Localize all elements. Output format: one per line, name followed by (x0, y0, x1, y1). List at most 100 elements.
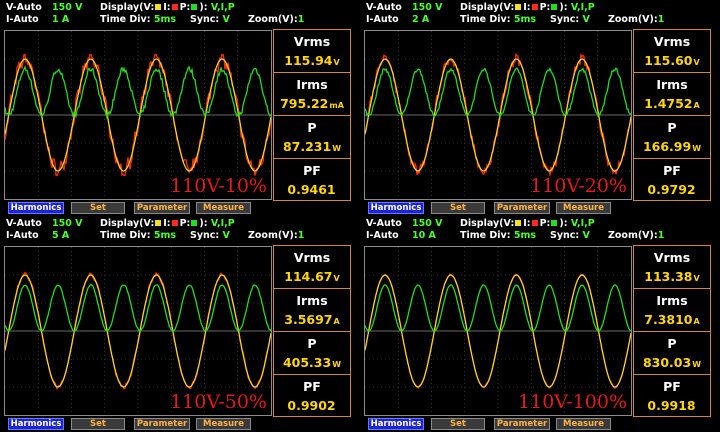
display-mode-label[interactable]: Display(V: I: P:): V,I,P (460, 2, 595, 14)
sync-setting[interactable]: Sync: V (550, 230, 590, 242)
i-range-value[interactable]: 1 A (52, 14, 69, 26)
voltage-color-swatch (155, 4, 162, 10)
power-key-label: P: (179, 2, 191, 13)
measure-button[interactable]: Measure (556, 202, 611, 214)
waveform-display: 110V-20% (364, 30, 632, 200)
measure-button[interactable]: Measure (196, 418, 251, 430)
display-mode-label[interactable]: Display(V: I: P:): V,I,P (460, 218, 595, 230)
waveform-display: 110V-50% (4, 246, 272, 416)
measurement-value: 113.38V (634, 269, 710, 284)
measurement-unit: A (693, 101, 700, 110)
time-div-label: Time Div: (460, 230, 511, 241)
v-auto-label[interactable]: V-Auto (366, 218, 402, 230)
v-range-value[interactable]: 150 V (412, 218, 443, 230)
parameter-button[interactable]: Parameter (494, 418, 550, 430)
display-mode-label[interactable]: Display(V: I: P:): V,I,P (100, 218, 235, 230)
display-mode-value: V,I,P (210, 218, 235, 229)
current-key-label: I: (523, 2, 531, 13)
i-auto-label[interactable]: I-Auto (366, 14, 399, 26)
harmonics-button[interactable]: Harmonics (8, 418, 64, 430)
measurement-panel: Vrms 115.94V Irms 795.22mA P 87.231W PF 0.9461 (273, 29, 351, 201)
parameter-button[interactable]: Parameter (494, 202, 550, 214)
measurement-number: 0.9792 (647, 182, 696, 197)
display-mode-value: V,I,P (570, 218, 595, 229)
measurement-number: 7.3810 (644, 312, 693, 327)
i-range-value[interactable]: 5 A (52, 230, 69, 242)
harmonics-button[interactable]: Harmonics (368, 202, 424, 214)
measurement-value: 114.67V (274, 269, 350, 284)
voltage-key-label: V: (143, 2, 155, 13)
zoom-setting[interactable]: Zoom(V):1 (248, 14, 304, 26)
measurement-label: Vrms (653, 250, 691, 265)
measurement-panel: Vrms 114.67V Irms 3.5697A P 405.33W PF 0.9902 (273, 245, 351, 417)
v-range-value[interactable]: 150 V (412, 2, 443, 14)
zoom-value: 1 (297, 14, 305, 25)
scope-panel-1: V-Auto 150 V Display(V: I: P:): V,I,P I-Auto 1… (0, 0, 360, 216)
time-div-setting[interactable]: Time Div: 5ms (460, 230, 536, 242)
current-key-label: I: (523, 218, 531, 229)
measurement-vrms: Vrms 115.94V (274, 30, 350, 73)
i-auto-label[interactable]: I-Auto (6, 230, 39, 242)
v-auto-label[interactable]: V-Auto (6, 2, 42, 14)
time-div-setting[interactable]: Time Div: 5ms (100, 14, 176, 26)
i-auto-label[interactable]: I-Auto (366, 230, 399, 242)
measurement-p: P 166.99W (634, 116, 710, 159)
power-key-label: P: (179, 218, 191, 229)
zoom-label: Zoom(V): (248, 14, 298, 25)
zoom-value: 1 (657, 14, 665, 25)
parameter-button[interactable]: Parameter (134, 418, 190, 430)
measurement-pf: PF 0.9792 (634, 159, 710, 202)
zoom-setting[interactable]: Zoom(V):1 (608, 14, 664, 26)
measurement-number: 405.33 (282, 355, 332, 370)
display-label: Display( (100, 218, 144, 229)
zoom-setting[interactable]: Zoom(V):1 (248, 230, 304, 242)
set-button[interactable]: Set (71, 418, 125, 430)
sync-setting[interactable]: Sync: V (190, 14, 230, 26)
measure-button[interactable]: Measure (196, 202, 251, 214)
zoom-setting[interactable]: Zoom(V):1 (608, 230, 664, 242)
time-div-value: 5ms (153, 14, 177, 25)
sync-label: Sync: (190, 230, 220, 241)
display-mode-label[interactable]: Display(V: I: P:): V,I,P (100, 2, 235, 14)
current-color-swatch (171, 4, 178, 10)
i-auto-label[interactable]: I-Auto (6, 14, 39, 26)
display-close: ): (199, 2, 208, 13)
v-auto-label[interactable]: V-Auto (6, 218, 42, 230)
measure-button[interactable]: Measure (556, 418, 611, 430)
i-range-value[interactable]: 10 A (412, 230, 436, 242)
set-button[interactable]: Set (431, 418, 485, 430)
measurement-pf: PF 0.9461 (274, 159, 350, 202)
waveform-plot (365, 247, 631, 415)
power-color-swatch (191, 220, 198, 226)
measurement-number: 113.38 (644, 269, 693, 284)
measurement-irms: Irms 795.22mA (274, 73, 350, 116)
sync-label: Sync: (550, 14, 580, 25)
sync-value: V (222, 230, 230, 241)
set-button[interactable]: Set (71, 202, 125, 214)
measurement-unit: A (693, 317, 700, 326)
sync-setting[interactable]: Sync: V (190, 230, 230, 242)
measurement-unit: W (332, 144, 342, 153)
harmonics-button[interactable]: Harmonics (368, 418, 424, 430)
scope-panel-3: V-Auto 150 V Display(V: I: P:): V,I,P I-Auto 5… (0, 216, 360, 432)
sync-setting[interactable]: Sync: V (550, 14, 590, 26)
measurement-number: 0.9918 (647, 398, 696, 413)
measurement-number: 166.99 (642, 139, 692, 154)
v-auto-label[interactable]: V-Auto (366, 2, 402, 14)
zoom-label: Zoom(V): (608, 230, 658, 241)
v-range-value[interactable]: 150 V (52, 2, 83, 14)
parameter-button[interactable]: Parameter (134, 202, 190, 214)
i-range-value[interactable]: 2 A (412, 14, 429, 26)
zoom-label: Zoom(V): (248, 230, 298, 241)
voltage-color-swatch (155, 220, 162, 226)
time-div-setting[interactable]: Time Div: 5ms (460, 14, 536, 26)
scope-panel-2: V-Auto 150 V Display(V: I: P:): V,I,P I-Auto 2… (360, 0, 720, 216)
harmonics-button[interactable]: Harmonics (8, 202, 64, 214)
measurement-label: Vrms (293, 34, 331, 49)
set-button[interactable]: Set (431, 202, 485, 214)
measurement-unit: V (693, 58, 700, 67)
load-caption: 110V-100% (518, 391, 627, 413)
time-div-setting[interactable]: Time Div: 5ms (100, 230, 176, 242)
v-range-value[interactable]: 150 V (52, 218, 83, 230)
zoom-label: Zoom(V): (608, 14, 658, 25)
